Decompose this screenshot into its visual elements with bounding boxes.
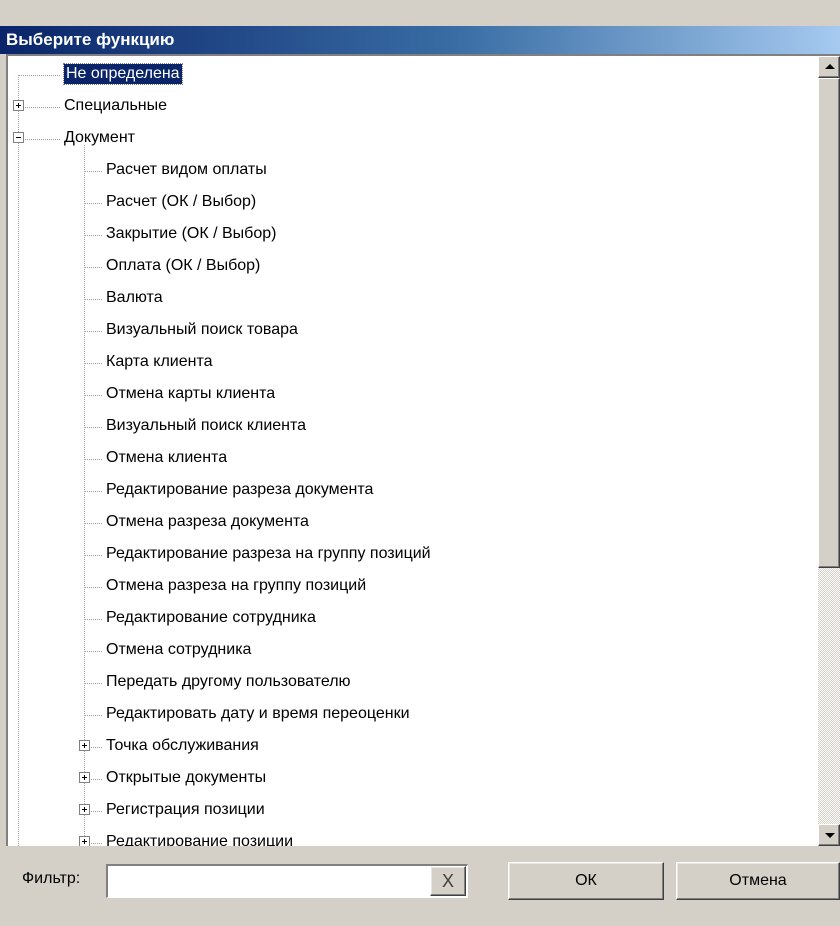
expand-icon[interactable] (79, 740, 90, 751)
tree-content: Не определена Специальные Документ Расчет в… (8, 56, 820, 846)
tree-item-label: Карта клиента (106, 353, 213, 370)
scroll-down-button[interactable] (818, 824, 840, 846)
tree-item-label: Отмена карты клиента (106, 385, 276, 402)
tree-item-label: Редактирование разреза на группу позиций (106, 545, 431, 562)
tree-item-label: Отмена сотрудника (106, 641, 252, 658)
tree-item-label: Отмена разреза на группу позиций (106, 577, 367, 594)
tree-item[interactable]: Отмена разреза на группу позиций (8, 571, 820, 603)
tree-item[interactable]: Расчет видом оплаты (8, 155, 820, 187)
tree-branch-line (84, 555, 102, 556)
tree-item[interactable]: Отмена разреза документа (8, 507, 820, 539)
tree-item-label: Валюта (106, 289, 163, 306)
tree-item-label: Точка обслуживания (106, 737, 259, 754)
tree-item[interactable]: Открытые документы (8, 763, 820, 795)
cancel-button[interactable]: Отмена (676, 862, 840, 900)
tree-item[interactable]: Редактирование разреза документа (8, 475, 820, 507)
tree-item[interactable]: Документ (8, 123, 820, 155)
tree-item[interactable]: Закрытие (ОК / Выбор) (8, 219, 820, 251)
tree-item-label: Открытые документы (106, 769, 267, 786)
tree-branch-line (84, 363, 102, 364)
tree-item-label: Отмена клиента (106, 449, 228, 466)
tree-item[interactable]: Специальные (8, 91, 820, 123)
dialog-title: Выберите функцию (0, 26, 840, 54)
tree-item[interactable]: Расчет (ОК / Выбор) (8, 187, 820, 219)
tree-branch-line (84, 523, 102, 524)
tree-item-label: Регистрация позиции (106, 801, 265, 818)
filter-label: Фильтр: (22, 870, 81, 887)
tree-item-label: Расчет (ОК / Выбор) (106, 193, 257, 210)
scroll-thumb[interactable] (818, 78, 840, 568)
tree-item[interactable]: Редактировать дату и время переоценки (8, 699, 820, 731)
ok-button[interactable]: ОК (508, 862, 664, 900)
tree-item[interactable]: Оплата (ОК / Выбор) (8, 251, 820, 283)
tree-item-label: Не определена (63, 63, 183, 85)
tree-item[interactable]: Редактирование разреза на группу позиций (8, 539, 820, 571)
clear-filter-button[interactable]: X (430, 866, 466, 896)
tree-item-label: Документ (64, 129, 135, 146)
tree-item[interactable]: Редактирование позиции (8, 827, 820, 846)
collapse-icon[interactable] (13, 132, 24, 143)
expand-icon[interactable] (79, 836, 90, 846)
tree-item-label: Редактирование сотрудника (106, 609, 316, 626)
tree-branch-line (84, 203, 102, 204)
tree-item[interactable]: Валюта (8, 283, 820, 315)
tree-branch-line (18, 139, 60, 140)
tree-item[interactable]: Визуальный поиск товара (8, 315, 820, 347)
tree-branch-line (84, 683, 102, 684)
tree-item[interactable]: Точка обслуживания (8, 731, 820, 763)
tree-item[interactable]: Передать другому пользователю (8, 667, 820, 699)
arrow-down-icon (825, 833, 835, 838)
filter-field: X (106, 864, 468, 898)
tree-branch-line (84, 395, 102, 396)
tree-branch-line (84, 587, 102, 588)
tree-item-label: Оплата (ОК / Выбор) (106, 257, 261, 274)
tree-item-label: Визуальный поиск товара (106, 321, 298, 338)
tree-item-label: Передать другому пользователю (106, 673, 351, 690)
tree-branch-line (84, 491, 102, 492)
tree-item-label: Визуальный поиск клиента (106, 417, 307, 434)
expand-icon[interactable] (13, 100, 24, 111)
tree-item-label: Редактирование разреза документа (106, 481, 374, 498)
tree-branch-line (84, 619, 102, 620)
tree-item-label: Расчет видом оплаты (106, 161, 267, 178)
tree-item[interactable]: Регистрация позиции (8, 795, 820, 827)
tree-branch-line (84, 331, 102, 332)
tree-branch-line (84, 299, 102, 300)
tree-item-label: Закрытие (ОК / Выбор) (106, 225, 277, 242)
bottom-panel: Фильтр: X ОК Отмена (0, 846, 840, 926)
tree-item[interactable]: Редактирование сотрудника (8, 603, 820, 635)
function-tree[interactable]: Не определена Специальные Документ Расчет в… (6, 54, 840, 846)
tree-branch-line (84, 235, 102, 236)
tree-item[interactable]: Не определена (8, 59, 820, 91)
tree-item[interactable]: Отмена сотрудника (8, 635, 820, 667)
filter-input[interactable] (108, 866, 432, 896)
tree-branch-line (18, 75, 60, 76)
tree-item-label: Отмена разреза документа (106, 513, 309, 530)
tree-branch-line (84, 651, 102, 652)
tree-branch-line (18, 107, 60, 108)
tree-item[interactable]: Отмена клиента (8, 443, 820, 475)
tree-branch-line (84, 171, 102, 172)
vertical-scrollbar[interactable] (818, 56, 840, 846)
tree-item-label: Редактировать дату и время переоценки (106, 705, 410, 722)
tree-branch-line (84, 459, 102, 460)
arrow-up-icon (825, 64, 835, 69)
tree-branch-line (84, 427, 102, 428)
expand-icon[interactable] (79, 772, 90, 783)
tree-item[interactable]: Визуальный поиск клиента (8, 411, 820, 443)
tree-item-label: Специальные (64, 97, 168, 114)
tree-item-label: Редактирование позиции (106, 833, 294, 846)
tree-branch-line (84, 267, 102, 268)
expand-icon[interactable] (79, 804, 90, 815)
scroll-up-button[interactable] (818, 56, 840, 78)
tree-item[interactable]: Отмена карты клиента (8, 379, 820, 411)
tree-item[interactable]: Карта клиента (8, 347, 820, 379)
tree-branch-line (84, 715, 102, 716)
